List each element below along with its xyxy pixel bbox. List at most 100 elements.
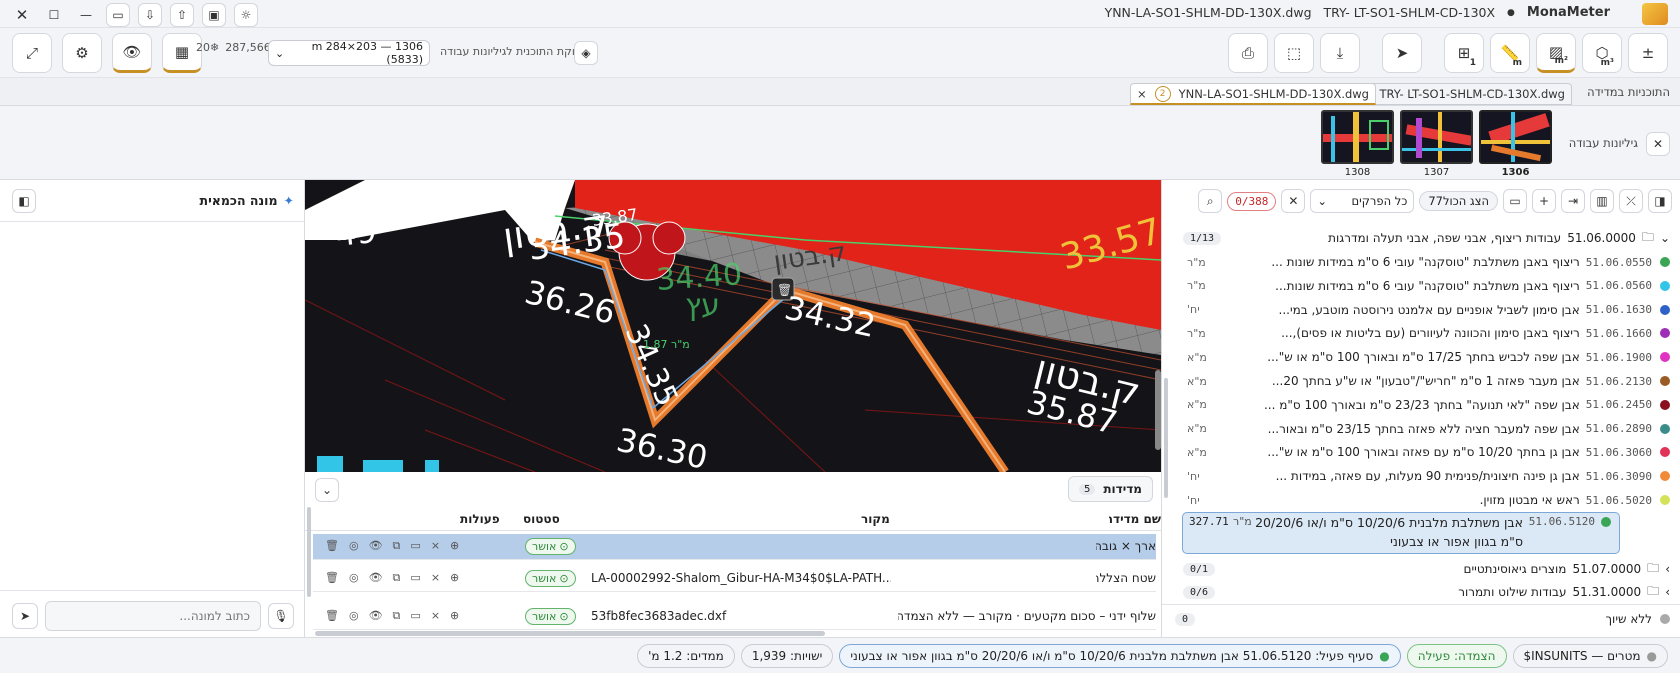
- tree-item[interactable]: 51.06.3060 אבן גן בחתך 10/20 ס"מ עם פאזה …: [1161, 440, 1680, 464]
- label-tree: עץ: [685, 288, 720, 323]
- snap-status[interactable]: הצמדה: פעילה: [1406, 644, 1507, 668]
- download-button[interactable]: ⤓: [1320, 33, 1360, 73]
- eye-icon[interactable]: 👁: [369, 571, 383, 585]
- save-icon[interactable]: ▣: [202, 3, 226, 27]
- length-tool-button[interactable]: 📏 m: [1490, 33, 1530, 73]
- open-file-2[interactable]: TRY- LT-SO1-SHLM-CD-130X: [1324, 5, 1496, 20]
- eye-icon[interactable]: 👁: [369, 609, 383, 623]
- plus-minus-icon: ±: [1641, 44, 1655, 62]
- folder-icon[interactable]: ▭: [410, 571, 420, 585]
- copy-icon[interactable]: ⧉: [393, 609, 401, 623]
- printer-icon: ⎙: [1241, 44, 1254, 62]
- height-tool-button[interactable]: ±: [1628, 33, 1668, 73]
- tree-item[interactable]: 51.06.2890 אבן שפה למעבר חציה ללא פאזה בח…: [1161, 417, 1680, 441]
- add-icon[interactable]: ⊕: [450, 539, 459, 553]
- theme-toggle-icon[interactable]: ☼: [234, 3, 258, 27]
- horizontal-scrollbar[interactable]: [315, 631, 825, 636]
- copy-icon[interactable]: ⧉: [393, 539, 401, 553]
- item-title: אבן מעבר פאזה 1 ס"מ "חריש"/"טבעון" או ש"…: [1271, 374, 1580, 388]
- delete-icon[interactable]: 🗑: [325, 571, 339, 585]
- send-button[interactable]: ➤: [12, 603, 38, 629]
- tree-item-active[interactable]: 51.06.5120 אבן משתלבת מלבנית 10/20/6 ס"מ…: [1182, 512, 1620, 554]
- close-icon[interactable]: ×: [431, 609, 440, 623]
- columns-button[interactable]: ▥: [1590, 189, 1614, 213]
- tree-item[interactable]: 51.06.1660 ריצוף באבן סימון והכוונה לעיוו…: [1161, 321, 1680, 345]
- plan-tab-ynn[interactable]: × 2 YNN-LA-SO1-SHLM-DD-130X.dwg: [1129, 83, 1376, 105]
- clear-search-button[interactable]: ✕: [1281, 189, 1306, 213]
- add-folder-button[interactable]: ▭: [1503, 189, 1527, 213]
- table-row[interactable]: שלוף ידני – סכום מקטעים · מקורב — ללא הצ…: [313, 604, 1156, 630]
- visibility-button[interactable]: 👁: [112, 33, 152, 73]
- close-window-icon[interactable]: ✕: [10, 3, 34, 27]
- import-file-icon[interactable]: ⇩: [138, 3, 162, 27]
- tree-item[interactable]: 51.06.2130 אבן מעבר פאזה 1 ס"מ "חריש"/"טב…: [1161, 369, 1680, 393]
- volume-unit-label: m³: [1600, 58, 1614, 68]
- tree-section-51-31[interactable]: › 🗀 51.31.0000 עבודות שילוט ותמרור 0/6: [1161, 580, 1680, 604]
- pointer-tool-button[interactable]: ➤: [1382, 33, 1422, 73]
- assistant-input[interactable]: [45, 601, 261, 631]
- close-tab-icon[interactable]: ×: [1137, 87, 1147, 101]
- row-source: LA-00002992-Shalom_Gibur-HA-M34$0$LA-PAT…: [591, 571, 891, 585]
- target-icon[interactable]: ◎: [349, 609, 359, 623]
- settings-button[interactable]: ⚙: [62, 33, 102, 73]
- table-row[interactable]: ארך × גובה אושר ⊙ 🗑 ◎ 👁 ⧉ ▭ × ⊕: [313, 534, 1156, 560]
- eye-icon[interactable]: 👁: [369, 539, 383, 553]
- tree-item[interactable]: 51.06.5020 ראש אי מבטון מזוין. יח': [1161, 488, 1680, 512]
- tree-item[interactable]: 51.06.0550 ריצוף באבן משתלבת "טוסקנה" עוב…: [1161, 250, 1680, 274]
- volume-tool-button[interactable]: ⬡ m³: [1582, 33, 1622, 73]
- tree-scrollbar[interactable]: [1164, 378, 1168, 498]
- toggle-panel-button[interactable]: ◨: [1648, 189, 1672, 213]
- cad-drawing[interactable]: 🗑 ק.בטון 49 34.35 36.26 34.40 34.32 34.3…: [305, 180, 1161, 472]
- sheet-thumb-1307[interactable]: 1307: [1400, 110, 1473, 178]
- close-icon: ✕: [1288, 194, 1299, 208]
- mute-mic-button[interactable]: 🎙: [268, 603, 294, 629]
- search-button[interactable]: ⌕: [1198, 189, 1223, 213]
- maximize-window-icon[interactable]: ☐: [42, 3, 66, 27]
- rows-scrollbar[interactable]: [307, 507, 311, 597]
- tree-unassigned[interactable]: ללא שיוך 0: [1161, 607, 1680, 631]
- open-file-1[interactable]: YNN-LA-SO1-SHLM-DD-130X.dwg: [1105, 5, 1312, 20]
- sheet-selector[interactable]: 1306 — 203×284 m (5833) ⌄: [268, 40, 430, 66]
- delete-icon[interactable]: 🗑: [325, 609, 339, 623]
- select-area-button[interactable]: ⬚: [1274, 33, 1314, 73]
- collapse-panel-button[interactable]: ◧: [12, 189, 36, 213]
- folder-icon[interactable]: ▭: [410, 539, 420, 553]
- add-item-button[interactable]: +: [1532, 189, 1556, 213]
- tree-item[interactable]: 51.06.3090 אבן גן פינה חיצונית/פנימית 90 …: [1161, 464, 1680, 488]
- add-icon[interactable]: ⊕: [450, 571, 459, 585]
- tree-item[interactable]: 51.06.2450 אבן שפה "לאי תנועה" בחתך 23/23…: [1161, 393, 1680, 417]
- close-icon[interactable]: ×: [431, 539, 440, 553]
- delete-icon[interactable]: 🗑: [325, 539, 339, 553]
- minimize-window-icon[interactable]: —: [74, 3, 98, 27]
- layers-button[interactable]: ◈: [574, 41, 598, 65]
- area-tool-button[interactable]: ▨ m²: [1536, 33, 1576, 73]
- folder-icon[interactable]: ▭: [410, 609, 420, 623]
- chapter-filter[interactable]: כל הפרקים ⌄: [1310, 189, 1415, 213]
- cad-canvas[interactable]: 🗑 ק.בטון 49 34.35 36.26 34.40 34.32 34.3…: [305, 180, 1161, 472]
- collapse-measurements-button[interactable]: ⌄: [315, 478, 339, 502]
- tree-section-51-06[interactable]: ⌄ 🗀 51.06.0000 עבודות ריצוף, אבני שפה, א…: [1161, 226, 1680, 250]
- show-all-button[interactable]: הצג הכול77: [1419, 191, 1498, 211]
- print-button[interactable]: ⎙: [1228, 33, 1268, 73]
- sheet-thumb-label: 1307: [1423, 167, 1450, 178]
- tree-item[interactable]: 51.06.1900 אבן שפה לכביש בחתך 17/25 ס"מ ו…: [1161, 345, 1680, 369]
- section-title: מוצרים גיאוסינתטיים: [1463, 562, 1567, 576]
- export-button[interactable]: ⇥: [1561, 189, 1585, 213]
- count-tool-button[interactable]: ⊞ 1: [1444, 33, 1484, 73]
- collapse-all-button[interactable]: ⤫: [1619, 189, 1643, 213]
- close-sheets-button[interactable]: ✕: [1646, 132, 1670, 156]
- export-file-icon[interactable]: ⇧: [170, 3, 194, 27]
- tree-item[interactable]: 51.06.1630 אבן סימון לשביל אופניים עם אלמ…: [1161, 298, 1680, 322]
- close-icon[interactable]: ×: [431, 571, 440, 585]
- add-icon[interactable]: ⊕: [450, 609, 459, 623]
- copy-icon[interactable]: ⧉: [393, 571, 401, 585]
- tree-section-51-07[interactable]: › 🗀 51.07.0000 מוצרים גיאוסינתטיים 0/1: [1161, 557, 1680, 581]
- open-folder-icon[interactable]: ▭: [106, 3, 130, 27]
- fullscreen-button[interactable]: ⤢: [12, 33, 52, 73]
- sheet-thumb-1308[interactable]: 1308: [1321, 110, 1394, 178]
- target-icon[interactable]: ◎: [349, 539, 359, 553]
- sheet-thumb-1306[interactable]: 1306: [1479, 110, 1552, 178]
- tree-item[interactable]: 51.06.0560 ריצוף באבן משתלבת "טוסקנה" עוב…: [1161, 274, 1680, 298]
- table-row[interactable]: שטח הצללה LA-00002992-Shalom_Gibur-HA-M3…: [313, 566, 1156, 592]
- target-icon[interactable]: ◎: [349, 571, 359, 585]
